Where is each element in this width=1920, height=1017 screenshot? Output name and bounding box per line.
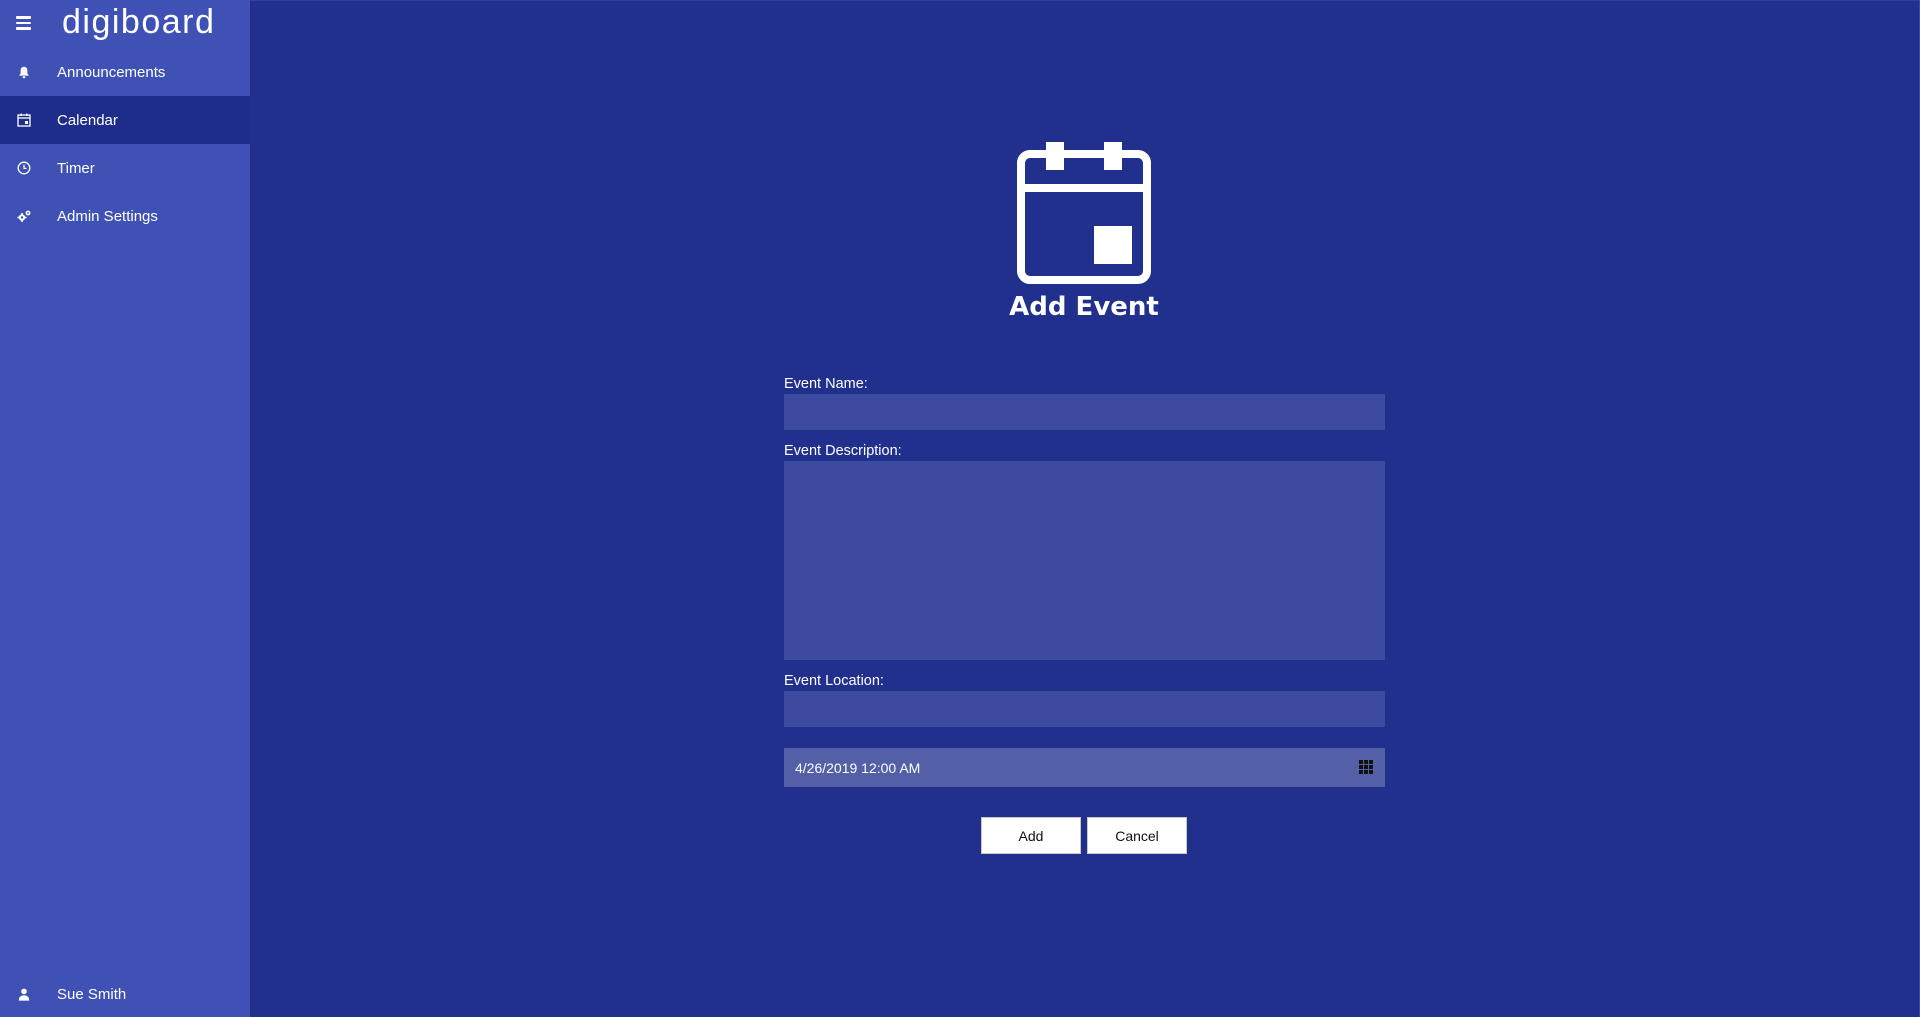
event-location-label: Event Location: bbox=[784, 673, 884, 689]
event-name-label: Event Name: bbox=[784, 376, 868, 392]
clock-icon bbox=[16, 160, 32, 176]
sidebar-item-announcements[interactable]: Announcements bbox=[0, 48, 250, 96]
sidebar-item-label: Timer bbox=[57, 159, 95, 177]
calendar-icon bbox=[16, 112, 32, 128]
page-title: Add Event bbox=[1009, 292, 1159, 322]
app-window: digiboard Announcements Calendar Timer A… bbox=[0, 0, 1920, 1017]
bell-icon bbox=[16, 64, 32, 80]
sidebar-item-timer[interactable]: Timer bbox=[0, 144, 250, 192]
sidebar-user[interactable]: Sue Smith bbox=[0, 970, 250, 1017]
event-name-field[interactable] bbox=[784, 394, 1385, 430]
sidebar: digiboard Announcements Calendar Timer A… bbox=[0, 0, 250, 1017]
hamburger-menu-icon[interactable] bbox=[16, 16, 31, 30]
calendar-icon bbox=[1014, 142, 1154, 286]
user-name: Sue Smith bbox=[57, 985, 127, 1003]
sidebar-item-calendar[interactable]: Calendar bbox=[0, 96, 250, 144]
event-description-field[interactable] bbox=[784, 461, 1385, 660]
date-time-picker[interactable]: 4/26/2019 12:00 AM bbox=[784, 748, 1385, 787]
calendar-grid-icon[interactable] bbox=[1359, 760, 1373, 774]
event-location-field[interactable] bbox=[784, 691, 1385, 727]
sidebar-item-admin-settings[interactable]: Admin Settings bbox=[0, 192, 250, 240]
date-time-value: 4/26/2019 12:00 AM bbox=[795, 759, 921, 776]
gears-icon bbox=[16, 208, 32, 224]
sidebar-item-label: Admin Settings bbox=[57, 207, 158, 225]
sidebar-item-label: Calendar bbox=[57, 111, 118, 129]
add-button[interactable]: Add bbox=[981, 817, 1081, 854]
sidebar-header: digiboard bbox=[0, 0, 250, 47]
sidebar-item-label: Announcements bbox=[57, 63, 166, 81]
cancel-button[interactable]: Cancel bbox=[1087, 817, 1187, 854]
user-icon bbox=[16, 986, 32, 1002]
app-logo: digiboard bbox=[62, 3, 216, 41]
event-description-label: Event Description: bbox=[784, 443, 902, 459]
